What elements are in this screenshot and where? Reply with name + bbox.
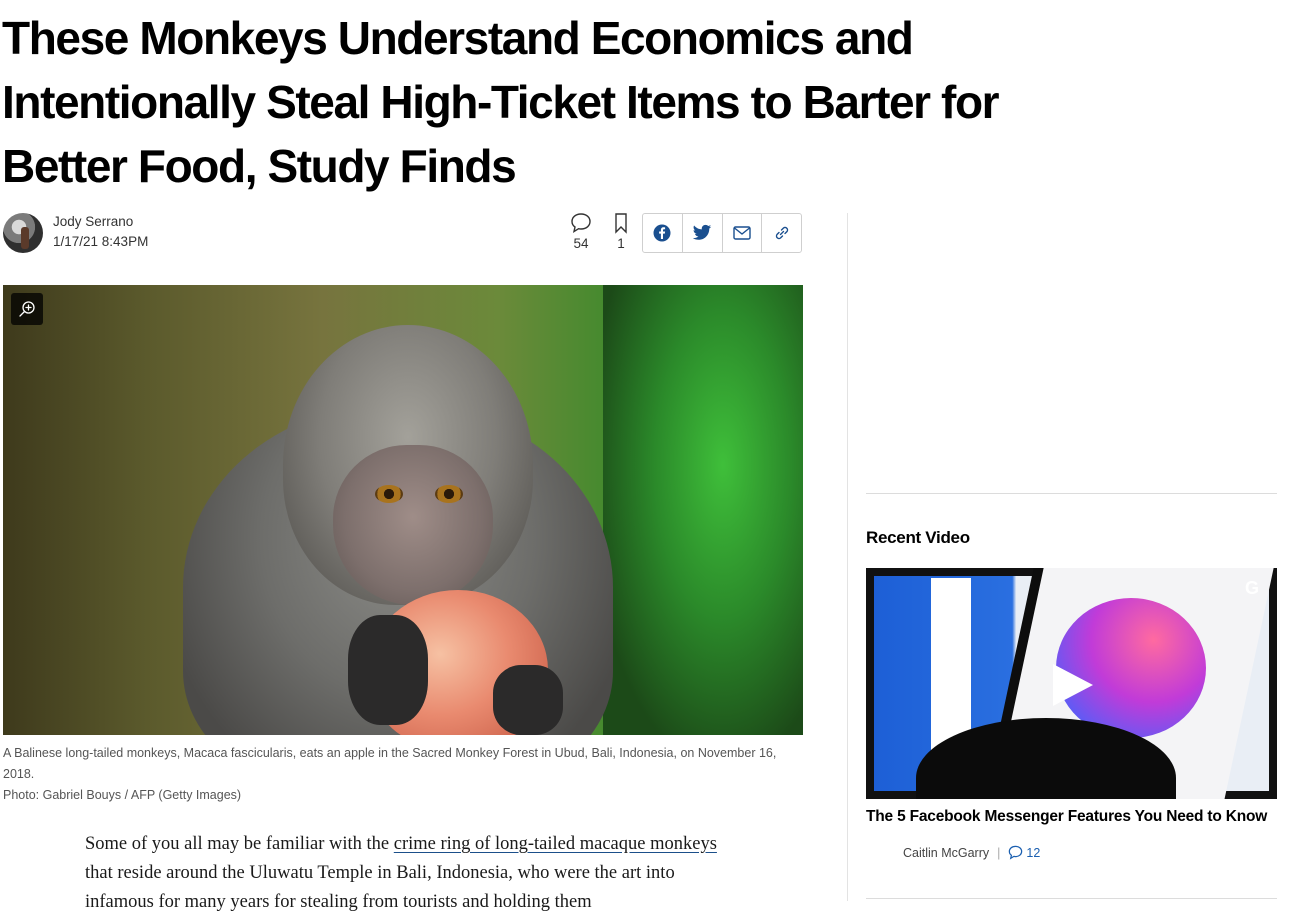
hero-image[interactable] [3, 285, 803, 735]
bookmark-icon [615, 213, 627, 234]
video-comments-button[interactable]: 12 [1008, 845, 1040, 860]
bookmark-button[interactable]: 1 [606, 212, 636, 251]
author-avatar[interactable] [3, 213, 43, 253]
comment-icon [571, 213, 591, 233]
column-divider [847, 213, 848, 901]
body-intro: Some of you all may be familiar with the [85, 834, 394, 854]
article-headline: These Monkeys Understand Economics and I… [2, 12, 1000, 192]
zoom-image-button[interactable] [11, 293, 43, 325]
image-caption: A Balinese long-tailed monkeys, Macaca f… [3, 743, 793, 806]
publish-date: 1/17/21 8:43PM [53, 234, 149, 249]
recent-video-heading: Recent Video [866, 528, 970, 547]
zoom-in-icon [19, 301, 35, 317]
bookmark-count: 1 [617, 236, 625, 251]
comments-button[interactable]: 54 [566, 212, 596, 251]
video-comment-count: 12 [1026, 845, 1041, 860]
share-facebook-button[interactable] [643, 214, 683, 252]
article-body: Some of you all may be familiar with the… [85, 830, 725, 917]
byline-bar: Jody Serrano 1/17/21 8:43PM 54 1 [3, 213, 803, 255]
gizmodo-badge: G [1245, 578, 1260, 598]
video-title[interactable]: The 5 Facebook Messenger Features You Ne… [866, 808, 1296, 826]
video-author[interactable]: Caitlin McGarry [903, 846, 989, 860]
caption-text: A Balinese long-tailed monkeys, Macaca f… [3, 746, 777, 781]
author-name[interactable]: Jody Serrano [53, 214, 133, 229]
link-icon [775, 226, 788, 240]
play-icon[interactable] [1047, 660, 1097, 710]
photo-credit: Photo: Gabriel Bouys / AFP (Getty Images… [3, 788, 242, 802]
copy-link-button[interactable] [762, 214, 801, 252]
video-meta: Caitlin McGarry | 12 [903, 845, 1040, 860]
ad-divider [866, 493, 1277, 494]
share-email-button[interactable] [723, 214, 763, 252]
twitter-icon [692, 224, 712, 240]
facebook-icon [653, 224, 671, 242]
meta-separator: | [997, 845, 1001, 860]
body-intro-cont: that reside around the Uluwatu Temple in… [85, 863, 590, 883]
comment-icon [1009, 845, 1023, 860]
comment-count: 54 [573, 236, 589, 251]
share-twitter-button[interactable] [683, 214, 723, 252]
share-buttons [642, 213, 802, 253]
sidebar-bottom-divider [866, 898, 1277, 899]
email-icon [733, 226, 751, 240]
video-thumbnail[interactable]: G [866, 568, 1277, 799]
crime-ring-link[interactable]: crime ring of long-tailed macaque monkey… [394, 834, 717, 854]
